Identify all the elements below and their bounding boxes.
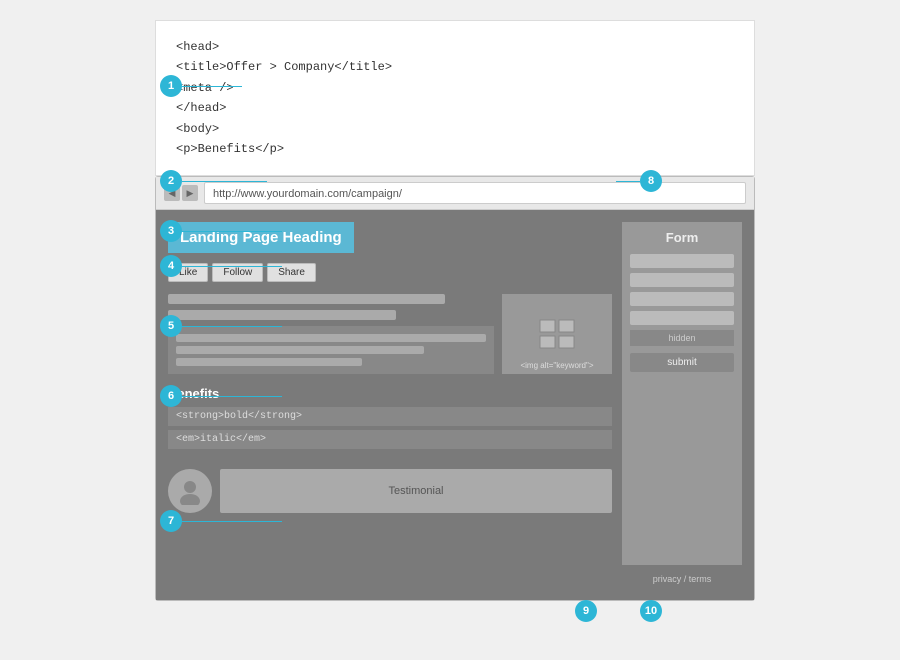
text-line-2 [168, 310, 396, 320]
lp-heading: Landing Page Heading [168, 222, 612, 253]
callout-line-3 [182, 231, 282, 232]
lp-bullet-block [168, 326, 494, 374]
callout-line-4 [182, 266, 282, 267]
benefits-title: Benefits [168, 386, 612, 401]
form-hidden: hidden [630, 330, 734, 346]
code-line-1: <head> [176, 37, 734, 57]
callout-1: 1 [160, 75, 182, 97]
form-field-4 [630, 311, 734, 325]
callout-6: 6 [160, 385, 182, 407]
code-line-3: <meta /> [176, 78, 734, 98]
testimonial-text: Testimonial [220, 469, 612, 513]
bullet-line-2 [176, 346, 424, 354]
image-placeholder-icon [539, 319, 575, 349]
browser-content-wrapper: Landing Page Heading Like Follow Share [156, 210, 754, 600]
browser-window: ◀ ▶ http://www.yourdomain.com/campaign/ … [155, 176, 755, 601]
callout-line-8 [616, 181, 640, 182]
lp-testimonial: Testimonial [168, 469, 612, 513]
code-line-2: <title>Offer > Company</title> [176, 57, 734, 77]
callout-10: 10 [640, 600, 662, 622]
callout-3: 3 [160, 220, 182, 242]
callout-9: 9 [575, 600, 597, 622]
code-block: <head> <title>Offer > Company</title> <m… [155, 20, 755, 176]
bullet-line-3 [176, 358, 362, 366]
lp-media-row: <img alt="keyword"> [168, 294, 612, 374]
form-field-3 [630, 292, 734, 306]
callout-7: 7 [160, 510, 182, 532]
lp-form: Form hidden submit [622, 222, 742, 565]
bullet-line-1 [176, 334, 486, 342]
main-container: <head> <title>Offer > Company</title> <m… [155, 20, 755, 601]
callout-line-6 [182, 396, 282, 397]
callout-line-5 [182, 326, 282, 327]
callout-line-2 [182, 181, 267, 182]
testimonial-avatar [168, 469, 212, 513]
url-bar[interactable]: http://www.yourdomain.com/campaign/ [204, 182, 746, 204]
callout-8: 8 [640, 170, 662, 192]
image-alt-text: <img alt="keyword"> [520, 361, 593, 370]
callout-4: 4 [160, 255, 182, 277]
form-field-2 [630, 273, 734, 287]
form-field-1 [630, 254, 734, 268]
callout-5: 5 [160, 315, 182, 337]
browser-content: Landing Page Heading Like Follow Share [156, 210, 754, 600]
person-icon [176, 477, 204, 505]
callout-2: 2 [160, 170, 182, 192]
text-line-1 [168, 294, 445, 304]
callout-line-7 [182, 521, 282, 522]
forward-arrow[interactable]: ▶ [182, 185, 198, 201]
code-line-4: </head> [176, 98, 734, 118]
code-line-6: <p>Benefits</p> [176, 139, 734, 159]
lp-sidebar: Form hidden submit privacy / terms [622, 222, 742, 588]
form-title: Form [630, 230, 734, 245]
lp-image-block: <img alt="keyword"> [502, 294, 612, 374]
italic-tag-line: <em>italic</em> [168, 430, 612, 449]
code-line-5: <body> [176, 119, 734, 139]
form-submit-button[interactable]: submit [630, 353, 734, 372]
browser-toolbar: ◀ ▶ http://www.yourdomain.com/campaign/ [156, 177, 754, 210]
bold-tag-line: <strong>bold</strong> [168, 407, 612, 426]
lp-text-content [168, 294, 494, 374]
callout-line-1 [182, 86, 242, 87]
privacy-terms: privacy / terms [622, 570, 742, 588]
lp-main-column: Landing Page Heading Like Follow Share [168, 222, 612, 588]
